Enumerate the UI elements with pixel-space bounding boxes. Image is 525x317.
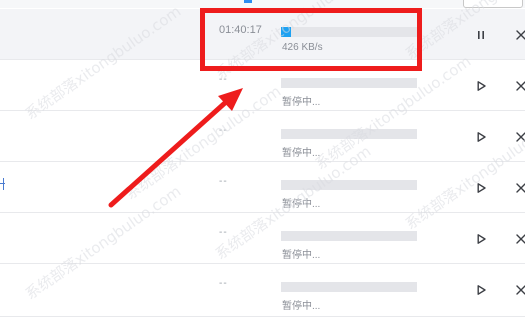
remove-button[interactable] (514, 232, 525, 246)
close-icon (514, 79, 525, 93)
progress-bar (281, 78, 417, 88)
download-row[interactable]: -- 暂停中... (0, 213, 525, 264)
download-status: 暂停中... (282, 148, 321, 159)
download-status: 暂停中... (282, 199, 321, 210)
pause-icon (474, 28, 488, 42)
time-remaining-placeholder: -- (219, 125, 228, 136)
download-row[interactable]: -- 暂停中... (0, 162, 525, 213)
remove-button[interactable] (514, 79, 525, 93)
annotation-highlight-box (200, 8, 422, 71)
resume-button[interactable] (474, 232, 488, 246)
header-accent (244, 0, 252, 3)
remove-button[interactable] (514, 28, 525, 42)
close-icon (514, 28, 525, 42)
resume-button[interactable] (474, 181, 488, 195)
pause-button[interactable] (474, 28, 488, 42)
download-row[interactable]: -- 暂停中... (0, 111, 525, 162)
close-icon (514, 181, 525, 195)
time-remaining-placeholder: -- (219, 74, 228, 85)
play-icon (474, 130, 488, 144)
download-list-screenshot: 01:40:17 426 KB/s -- 暂停中... -- 暂停中... -- 暂停中...… (0, 0, 525, 317)
remove-button[interactable] (514, 130, 525, 144)
play-icon (474, 283, 488, 297)
time-remaining-placeholder: -- (219, 176, 228, 187)
progress-bar (281, 231, 417, 241)
resume-button[interactable] (474, 79, 488, 93)
resize-marker (0, 178, 5, 190)
resume-button[interactable] (474, 130, 488, 144)
progress-bar (281, 129, 417, 139)
play-icon (474, 181, 488, 195)
list-header-edge (0, 0, 525, 8)
remove-button[interactable] (514, 283, 525, 297)
resume-button[interactable] (474, 283, 488, 297)
time-remaining-placeholder: -- (219, 227, 228, 238)
close-icon (514, 283, 525, 297)
download-status: 暂停中... (282, 97, 321, 108)
remove-button[interactable] (514, 181, 525, 195)
play-icon (474, 232, 488, 246)
download-status: 暂停中... (282, 250, 321, 261)
header-corner-button[interactable] (463, 0, 523, 8)
download-status: 暂停中... (282, 301, 321, 312)
download-row[interactable]: -- 暂停中... (0, 264, 525, 317)
progress-bar (281, 180, 417, 190)
time-remaining-placeholder: -- (219, 278, 228, 289)
close-icon (514, 130, 525, 144)
close-icon (514, 232, 525, 246)
play-icon (474, 79, 488, 93)
progress-bar (281, 282, 417, 292)
